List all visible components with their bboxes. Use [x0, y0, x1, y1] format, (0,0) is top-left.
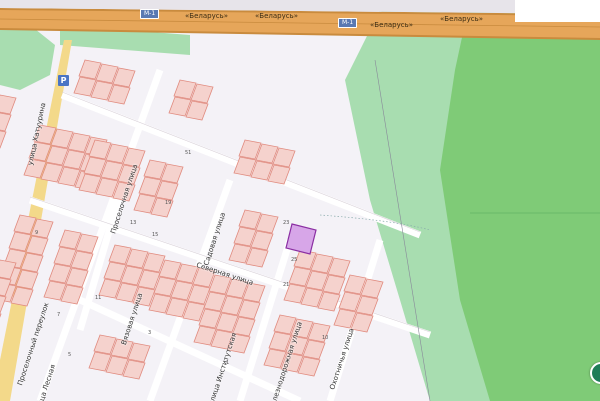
parking-icon[interactable]: P [58, 75, 69, 86]
lot-number: 7 [57, 312, 61, 318]
lot-number: 11 [95, 295, 102, 301]
lot-number: 25 [291, 257, 298, 263]
overlay-panel [515, 0, 600, 22]
map-canvas[interactable] [0, 0, 600, 401]
highway-label: «Беларусь» [440, 15, 483, 23]
lot-number: 5 [68, 352, 72, 358]
lot-number: 15 [152, 232, 159, 238]
lot-number: 9 [35, 230, 39, 236]
lot-number: 10 [322, 335, 329, 341]
lot-number: 21 [283, 282, 290, 288]
lot-number: 23 [283, 220, 290, 226]
highway-shield: M-1 [338, 18, 358, 28]
highway-label: «Беларусь» [185, 12, 228, 20]
lot-number: 19 [165, 200, 172, 206]
lot-number: 13 [130, 220, 137, 226]
lot-number: 3 [148, 330, 152, 336]
highway-label: «Беларусь» [370, 21, 413, 29]
highway-shield: M-1 [140, 9, 160, 19]
highway-label: «Беларусь» [255, 12, 298, 20]
lot-number: 51 [185, 150, 192, 156]
selected-parcel[interactable] [285, 223, 317, 255]
map-view[interactable]: M-1 M-1 «Беларусь» «Беларусь» «Беларусь»… [0, 0, 600, 401]
lot-number: 1 [226, 360, 230, 366]
